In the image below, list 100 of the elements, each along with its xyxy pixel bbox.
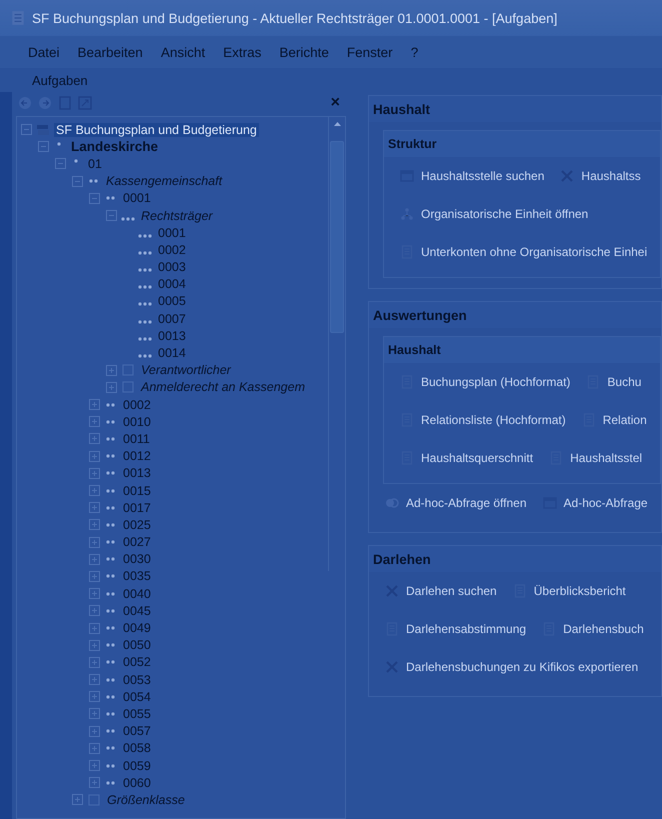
tree-item[interactable]: 0045 <box>121 604 153 618</box>
expand-icon[interactable] <box>89 588 100 600</box>
task-link[interactable]: Relationsliste (Hochformat) <box>400 413 566 427</box>
tree-item[interactable]: 0014 <box>156 346 188 360</box>
tree-item[interactable]: Anmelderecht an Kassengem <box>139 380 307 394</box>
expand-icon[interactable] <box>106 364 117 376</box>
menu-item[interactable]: Berichte <box>279 44 329 60</box>
tree-item[interactable]: 0054 <box>121 690 153 704</box>
tree-item[interactable]: 0003 <box>156 260 188 274</box>
expand-icon[interactable] <box>89 760 100 772</box>
menu-item[interactable]: Fenster <box>346 44 393 60</box>
expand-icon[interactable] <box>89 502 100 514</box>
task-link[interactable]: Buchungsplan (Hochformat) <box>400 375 570 389</box>
task-link[interactable]: Haushaltsstelle suchen <box>400 169 544 183</box>
tree-item[interactable]: Verantwortlicher <box>139 363 233 378</box>
tree-item[interactable]: 0012 <box>121 449 153 464</box>
collapse-icon[interactable] <box>106 210 117 222</box>
task-link[interactable]: Darlehensabstimmung <box>385 622 526 636</box>
tree-item[interactable]: 0002 <box>121 398 153 412</box>
tree-item[interactable]: 0057 <box>121 724 153 738</box>
tree-item[interactable]: 0030 <box>121 552 153 566</box>
tree-item[interactable]: 0013 <box>121 466 153 480</box>
tree-item[interactable]: 0058 <box>121 741 153 756</box>
tree-item[interactable]: 0015 <box>121 484 153 498</box>
menu-item[interactable]: Bearbeiten <box>78 44 143 60</box>
menu-item[interactable]: Extras <box>223 44 262 60</box>
tree-item[interactable]: 0011 <box>121 432 152 446</box>
task-link[interactable]: Ad-hoc-Abfrage <box>542 496 648 510</box>
tree-item[interactable]: 0002 <box>156 242 188 257</box>
expand-icon[interactable] <box>89 605 100 616</box>
tree-item[interactable]: 0025 <box>121 518 153 532</box>
menu-item[interactable]: Datei <box>28 44 60 60</box>
tree-item[interactable]: 0049 <box>121 621 153 636</box>
collapse-icon[interactable] <box>55 158 66 170</box>
scroll-up-icon[interactable] <box>332 121 342 127</box>
expand-icon[interactable] <box>89 640 100 651</box>
expand-icon[interactable] <box>89 622 100 634</box>
collapse-icon[interactable] <box>72 176 83 187</box>
task-link[interactable]: Darlehensbuchungen zu Kifikos exportieren <box>385 660 638 674</box>
tree-item[interactable]: 0050 <box>121 638 153 652</box>
tree-item[interactable]: Rechtsträger <box>139 208 215 223</box>
expand-icon[interactable] <box>89 433 100 444</box>
expand-icon[interactable] <box>72 794 83 806</box>
menu-item[interactable]: ? <box>410 44 418 60</box>
expand-icon[interactable] <box>89 519 100 530</box>
collapse-icon[interactable] <box>38 141 49 152</box>
tree-item[interactable]: 0005 <box>156 294 188 308</box>
expand-icon[interactable] <box>89 726 100 737</box>
tree-item[interactable]: 0017 <box>121 500 153 515</box>
expand-icon[interactable] <box>89 777 100 788</box>
hierarchy-icon <box>400 207 414 221</box>
task-link[interactable]: Ad-hoc-Abfrage öffnen <box>385 496 527 510</box>
expand-icon[interactable] <box>89 708 100 720</box>
tree-item[interactable]: 0052 <box>121 655 153 670</box>
task-link[interactable]: Haushaltsquerschnitt <box>400 451 534 465</box>
task-link[interactable]: Relation <box>582 413 647 427</box>
task-link[interactable]: Darlehen suchen <box>385 584 497 598</box>
tree-item[interactable]: 0001 <box>121 191 153 206</box>
expand-icon[interactable] <box>89 554 100 565</box>
tree-item[interactable]: 0053 <box>121 672 153 687</box>
task-link[interactable]: Haushaltss <box>560 169 641 183</box>
tree-item[interactable]: Kassengemeinschaft <box>104 174 224 188</box>
menu-item[interactable]: Ansicht <box>160 44 206 60</box>
tree-item[interactable]: 01 <box>86 156 104 171</box>
tree-item[interactable]: SF Buchungsplan und Budgetierung <box>54 122 259 137</box>
tree-item[interactable]: 0060 <box>121 776 153 790</box>
tree-item[interactable]: Größenklasse <box>105 792 187 807</box>
expand-icon[interactable] <box>106 382 117 393</box>
expand-icon[interactable] <box>89 536 100 548</box>
expand-icon[interactable] <box>89 399 100 410</box>
expand-icon[interactable] <box>89 416 100 428</box>
tree-item[interactable]: 0040 <box>121 586 153 601</box>
expand-icon[interactable] <box>89 485 100 496</box>
tree-item[interactable]: 0059 <box>121 758 153 773</box>
tree-item[interactable]: 0027 <box>121 535 153 550</box>
tree-item[interactable]: 0001 <box>156 226 188 240</box>
expand-icon[interactable] <box>89 468 100 479</box>
tree-item[interactable]: 0010 <box>121 414 153 429</box>
task-link[interactable]: Darlehensbuch <box>542 622 644 636</box>
expand-icon[interactable] <box>89 656 100 668</box>
tree-item[interactable]: Landeskirche <box>69 139 160 154</box>
tree-item[interactable]: 0007 <box>156 312 188 326</box>
expand-icon[interactable] <box>89 450 100 462</box>
tree-item[interactable]: 0035 <box>121 569 153 584</box>
close-button[interactable]: × <box>326 94 344 112</box>
task-link[interactable]: Überblicksbericht <box>512 584 626 598</box>
task-link[interactable]: Organisatorische Einheit öffnen <box>400 207 588 221</box>
collapse-icon[interactable] <box>89 192 100 204</box>
task-link[interactable]: Unterkonten ohne Organisatorische Einhei <box>400 245 648 259</box>
expand-icon[interactable] <box>89 674 100 686</box>
tree-item[interactable]: 0055 <box>121 706 153 721</box>
expand-icon[interactable] <box>89 691 100 702</box>
task-link[interactable]: Buchu <box>586 375 642 389</box>
expand-icon[interactable] <box>89 742 100 754</box>
task-link[interactable]: Haushaltsstel <box>549 451 642 465</box>
collapse-icon[interactable] <box>21 124 32 136</box>
expand-icon[interactable] <box>89 570 100 582</box>
scrollbar[interactable] <box>328 117 345 571</box>
tree-item[interactable]: 0004 <box>156 277 188 292</box>
tree-item[interactable]: 0013 <box>156 328 188 343</box>
